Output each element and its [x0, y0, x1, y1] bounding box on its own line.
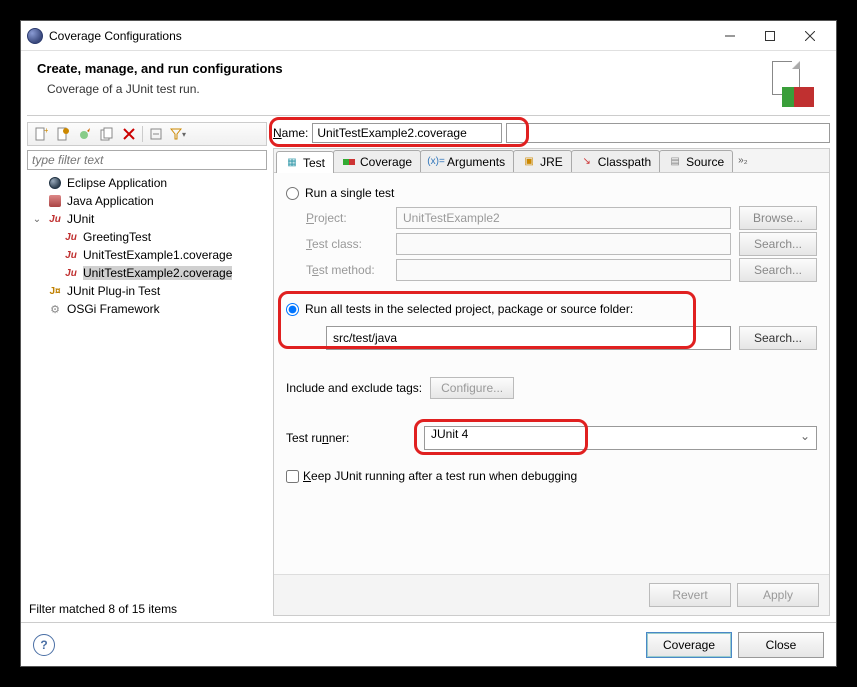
- config-tree[interactable]: Eclipse ApplicationJava Application⌄JuJU…: [27, 170, 267, 596]
- tree-item[interactable]: ⌄JuJUnit: [27, 210, 267, 228]
- filter-status: Filter matched 8 of 15 items: [27, 596, 267, 616]
- test-method-input[interactable]: [396, 259, 731, 281]
- tree-item[interactable]: Eclipse Application: [27, 174, 267, 192]
- header-title: Create, manage, and run configurations: [37, 61, 764, 76]
- tab-jre[interactable]: ▣JRE: [513, 150, 572, 172]
- eclipse-icon: [27, 28, 43, 44]
- run-single-label: Run a single test: [305, 186, 394, 200]
- close-button[interactable]: [790, 22, 830, 50]
- filter-button[interactable]: ▾: [169, 125, 187, 143]
- dialog-footer: ? Coverage Close: [21, 622, 836, 666]
- dialog-window: Coverage Configurations Create, manage, …: [20, 20, 837, 667]
- header: Create, manage, and run configurations C…: [21, 51, 836, 115]
- tab-source[interactable]: ▤Source: [659, 150, 733, 172]
- search-class-button[interactable]: Search...: [739, 232, 817, 256]
- new-config-button[interactable]: +: [32, 125, 50, 143]
- project-input[interactable]: [396, 207, 731, 229]
- project-row: Project: Browse...: [286, 205, 817, 231]
- tabs-area: ▦TestCoverage(x)=Arguments▣JRE↘Classpath…: [273, 148, 830, 616]
- browse-button[interactable]: Browse...: [739, 206, 817, 230]
- coverage-button[interactable]: Coverage: [646, 632, 732, 658]
- run-all-path-input[interactable]: src/test/java: [326, 326, 731, 350]
- svg-text:+: +: [44, 127, 48, 135]
- tabs-overflow[interactable]: »₂: [732, 155, 753, 166]
- test-class-input[interactable]: [396, 233, 731, 255]
- tags-label: Include and exclude tags:: [286, 381, 422, 395]
- revert-button[interactable]: Revert: [649, 583, 731, 607]
- tree-item[interactable]: Java Application: [27, 192, 267, 210]
- apply-row: Revert Apply: [274, 574, 829, 615]
- name-extra[interactable]: [506, 123, 830, 143]
- run-all-radio[interactable]: [286, 303, 299, 316]
- run-single-radio[interactable]: [286, 187, 299, 200]
- tab-test[interactable]: ▦Test: [276, 151, 334, 173]
- runner-label: Test runner:: [286, 431, 416, 445]
- name-label: Name:: [273, 126, 308, 140]
- tab-classpath[interactable]: ↘Classpath: [571, 150, 660, 172]
- test-method-row: Test method: Search...: [286, 257, 817, 283]
- tab-coverage[interactable]: Coverage: [333, 150, 421, 172]
- titlebar: Coverage Configurations: [21, 21, 836, 51]
- runner-row: Test runner: JUnit 4: [286, 425, 817, 451]
- name-input[interactable]: [312, 123, 502, 143]
- tree-item[interactable]: J¤JUnit Plug-in Test: [27, 282, 267, 300]
- project-label: Project:: [286, 211, 388, 225]
- name-row: Name:: [273, 122, 830, 144]
- tab-test-body: Run a single test Project: Browse... Tes…: [274, 173, 829, 574]
- maximize-button[interactable]: [750, 22, 790, 50]
- tree-item[interactable]: JuGreetingTest: [27, 228, 267, 246]
- window-title: Coverage Configurations: [49, 29, 710, 43]
- keep-running-checkbox[interactable]: [286, 470, 299, 483]
- export-button[interactable]: [76, 125, 94, 143]
- search-folder-button[interactable]: Search...: [739, 326, 817, 350]
- duplicate-button[interactable]: [98, 125, 116, 143]
- list-toolbar: + ▾: [27, 122, 267, 146]
- run-all-section: Run all tests in the selected project, p…: [286, 297, 817, 351]
- keep-running-label: Keep JUnit running after a test run when…: [303, 469, 577, 483]
- tags-row: Include and exclude tags: Configure...: [286, 375, 817, 401]
- header-subtitle: Coverage of a JUnit test run.: [47, 82, 764, 96]
- run-single-radio-row: Run a single test: [286, 181, 817, 205]
- tab-arguments[interactable]: (x)=Arguments: [420, 150, 514, 172]
- test-method-label: Test method:: [286, 263, 388, 277]
- tree-item[interactable]: JuUnitTestExample2.coverage: [27, 264, 267, 282]
- tabs-row: ▦TestCoverage(x)=Arguments▣JRE↘Classpath…: [274, 149, 829, 173]
- filter-input[interactable]: [27, 150, 267, 170]
- test-class-label: Test class:: [286, 237, 388, 251]
- search-method-button[interactable]: Search...: [739, 258, 817, 282]
- run-all-radio-row: Run all tests in the selected project, p…: [286, 297, 817, 321]
- config-detail-panel: Name: ▦TestCoverage(x)=Arguments▣JRE↘Cla…: [273, 122, 830, 616]
- help-button[interactable]: ?: [33, 634, 55, 656]
- tree-item[interactable]: JuUnitTestExample1.coverage: [27, 246, 267, 264]
- close-dialog-button[interactable]: Close: [738, 632, 824, 658]
- new-proto-button[interactable]: [54, 125, 72, 143]
- apply-button[interactable]: Apply: [737, 583, 819, 607]
- test-class-row: Test class: Search...: [286, 231, 817, 257]
- tree-item[interactable]: ⚙OSGi Framework: [27, 300, 267, 318]
- minimize-button[interactable]: [710, 22, 750, 50]
- keep-running-row: Keep JUnit running after a test run when…: [286, 469, 817, 483]
- coverage-icon: [764, 61, 820, 107]
- delete-button[interactable]: [120, 125, 138, 143]
- runner-select[interactable]: JUnit 4: [424, 426, 817, 450]
- collapse-button[interactable]: [147, 125, 165, 143]
- configure-tags-button[interactable]: Configure...: [430, 377, 514, 399]
- configuration-list-panel: + ▾ Eclipse ApplicationJava Application⌄…: [27, 122, 267, 616]
- run-all-label: Run all tests in the selected project, p…: [305, 302, 633, 316]
